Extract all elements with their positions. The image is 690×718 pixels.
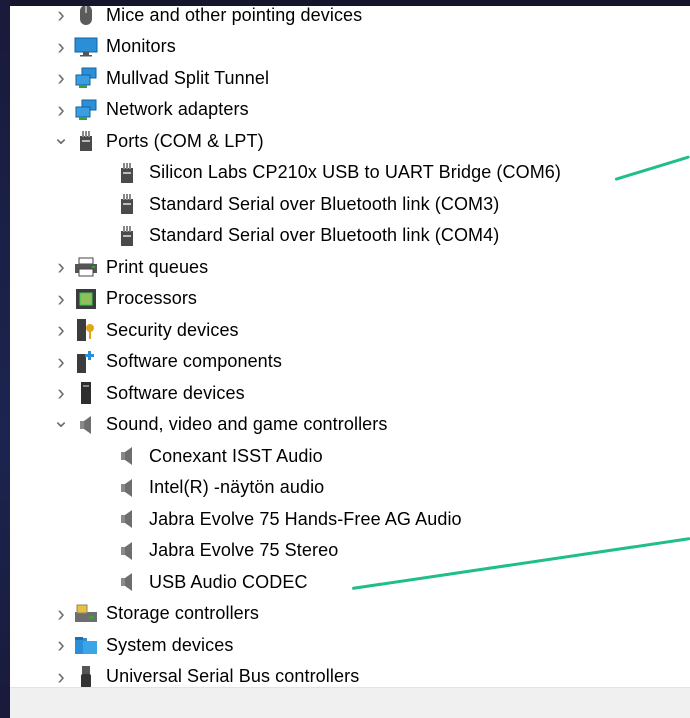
device-item-intel-r-n-yt-n-audio[interactable]: Intel(R) -näytön audio bbox=[115, 473, 324, 503]
tree-item-sound-video-and-game-controllers[interactable]: ⌄ Sound, video and game controllers bbox=[48, 408, 388, 440]
device-item-label: Standard Serial over Bluetooth link (COM… bbox=[149, 225, 500, 245]
device-manager-panel: › Mice and other pointing devices › Monitor… bbox=[10, 6, 690, 718]
status-bar bbox=[10, 687, 690, 718]
tree-item-label: Security devices bbox=[106, 319, 239, 340]
network-icon bbox=[74, 98, 98, 122]
device-item-silicon-labs-cp210x-usb-to-uart-bridge-com6[interactable]: Silicon Labs CP210x USB to UART Bridge (… bbox=[115, 158, 561, 188]
chevron-right-icon[interactable]: › bbox=[48, 286, 74, 312]
device-item-standard-serial-over-bluetooth-link-com3[interactable]: Standard Serial over Bluetooth link (COM… bbox=[115, 189, 499, 219]
device-item-jabra-evolve-75-stereo[interactable]: Jabra Evolve 75 Stereo bbox=[115, 536, 338, 566]
storage-icon bbox=[74, 602, 98, 626]
tree-item-label: Mice and other pointing devices bbox=[106, 6, 363, 25]
chevron-down-icon[interactable]: ⌄ bbox=[48, 408, 74, 434]
tree-item-label: Storage controllers bbox=[106, 603, 259, 623]
tree-item-storage-controllers[interactable]: › Storage controllers bbox=[48, 599, 259, 629]
network-icon bbox=[74, 66, 98, 90]
speaker-icon bbox=[115, 539, 139, 563]
chevron-right-icon[interactable]: › bbox=[48, 349, 74, 375]
mouse-icon bbox=[74, 6, 98, 27]
device-item-standard-serial-over-bluetooth-link-com4[interactable]: Standard Serial over Bluetooth link (COM… bbox=[115, 221, 499, 251]
tree-item-system-devices[interactable]: › System devices bbox=[48, 630, 233, 660]
chevron-right-icon[interactable]: › bbox=[48, 632, 74, 658]
chevron-right-icon[interactable]: › bbox=[48, 317, 74, 343]
tree-item-mullvad-split-tunnel[interactable]: › Mullvad Split Tunnel bbox=[48, 63, 269, 93]
usb-icon bbox=[74, 665, 98, 689]
tree-item-label: Ports (COM & LPT) bbox=[106, 130, 264, 151]
tree-item-label: Mullvad Split Tunnel bbox=[106, 67, 270, 88]
speaker-icon bbox=[115, 444, 139, 468]
port-icon bbox=[115, 224, 139, 248]
port-icon bbox=[115, 161, 139, 185]
tree-item-security-devices[interactable]: › Security devices bbox=[48, 315, 239, 345]
device-item-label: Standard Serial over Bluetooth link (COM… bbox=[149, 193, 500, 214]
tree-item-print-queues[interactable]: › Print queues bbox=[48, 252, 208, 282]
window-frame-left bbox=[0, 0, 10, 718]
tree-item-monitors[interactable]: › Monitors bbox=[48, 32, 176, 62]
port-icon bbox=[74, 129, 98, 153]
device-item-label: Silicon Labs CP210x USB to UART Bridge (… bbox=[149, 162, 561, 182]
speaker-icon bbox=[115, 507, 139, 531]
speaker-icon bbox=[115, 570, 139, 594]
security-key-icon bbox=[74, 318, 98, 342]
tree-item-ports-com-lpt[interactable]: ⌄ Ports (COM & LPT) bbox=[48, 126, 264, 156]
tree-item-label: Network adapters bbox=[106, 99, 249, 119]
device-item-label: Jabra Evolve 75 Stereo bbox=[149, 540, 339, 560]
tree-item-label: System devices bbox=[106, 634, 234, 655]
chevron-right-icon[interactable]: › bbox=[48, 65, 74, 91]
device-item-jabra-evolve-75-hands-free-ag-audio[interactable]: Jabra Evolve 75 Hands-Free AG Audio bbox=[115, 504, 462, 534]
chevron-right-icon[interactable]: › bbox=[48, 97, 74, 123]
tree-item-label: Sound, video and game controllers bbox=[106, 414, 388, 434]
system-folder-icon bbox=[74, 633, 98, 657]
software-device-icon bbox=[74, 381, 98, 405]
chevron-right-icon[interactable]: › bbox=[48, 601, 74, 627]
device-item-usb-audio-codec[interactable]: USB Audio CODEC bbox=[115, 567, 308, 597]
tree-item-software-components[interactable]: › Software components bbox=[48, 347, 282, 377]
chevron-right-icon[interactable]: › bbox=[48, 380, 74, 406]
tree-item-label: Processors bbox=[106, 288, 198, 308]
device-item-label: USB Audio CODEC bbox=[149, 571, 308, 592]
monitor-icon bbox=[74, 35, 98, 59]
printer-icon bbox=[74, 255, 98, 279]
tree-item-label: Software devices bbox=[106, 382, 245, 403]
device-item-label: Jabra Evolve 75 Hands-Free AG Audio bbox=[149, 508, 462, 529]
chevron-right-icon[interactable]: › bbox=[48, 254, 74, 280]
device-item-label: Intel(R) -näytön audio bbox=[149, 477, 325, 497]
processor-icon bbox=[74, 287, 98, 311]
speaker-icon bbox=[115, 476, 139, 500]
tree-item-label: Print queues bbox=[106, 256, 209, 277]
tree-item-label: Monitors bbox=[106, 36, 176, 56]
tree-item-software-devices[interactable]: › Software devices bbox=[48, 378, 245, 408]
tree-item-label: Software components bbox=[106, 351, 282, 371]
tree-item-processors[interactable]: › Processors bbox=[48, 284, 197, 314]
chevron-right-icon[interactable]: › bbox=[48, 664, 74, 690]
device-item-label: Conexant ISST Audio bbox=[149, 445, 323, 466]
port-icon bbox=[115, 192, 139, 216]
software-component-icon bbox=[74, 350, 98, 374]
chevron-right-icon[interactable]: › bbox=[48, 34, 74, 60]
speaker-icon bbox=[74, 413, 98, 437]
tree-item-network-adapters[interactable]: › Network adapters bbox=[48, 95, 249, 125]
device-item-conexant-isst-audio[interactable]: Conexant ISST Audio bbox=[115, 441, 323, 471]
tree-item-label: Universal Serial Bus controllers bbox=[106, 666, 360, 686]
tree-item-mice-and-other-pointing-devices[interactable]: › Mice and other pointing devices bbox=[48, 6, 362, 30]
chevron-down-icon[interactable]: ⌄ bbox=[48, 124, 74, 150]
chevron-right-icon[interactable]: › bbox=[48, 6, 74, 28]
